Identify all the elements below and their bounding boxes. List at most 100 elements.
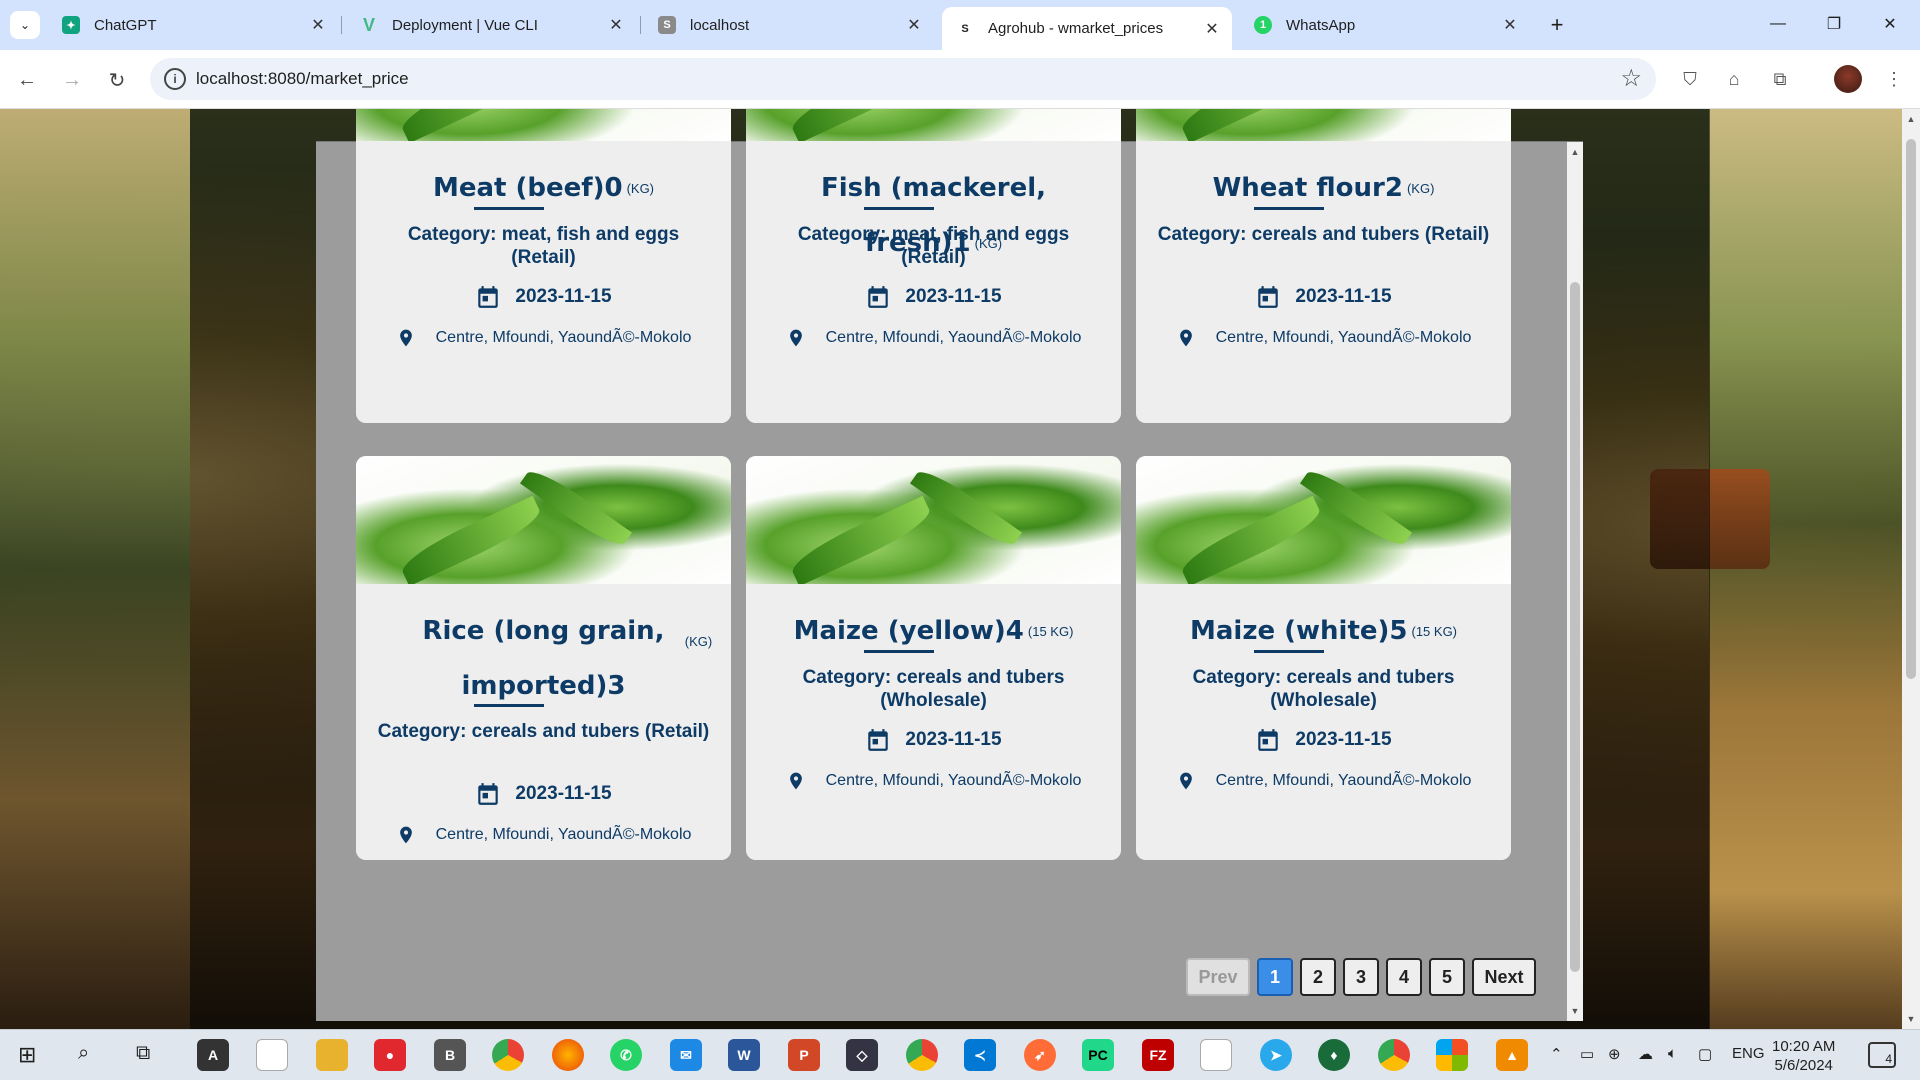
- vlc-icon[interactable]: ▲: [1496, 1039, 1528, 1071]
- postman-icon[interactable]: ➶: [1024, 1039, 1056, 1071]
- clock[interactable]: 10:20 AM 5/6/2024: [1772, 1037, 1835, 1075]
- volume-icon[interactable]: 🔈︎: [1668, 1045, 1677, 1062]
- vscode-icon[interactable]: ≺: [964, 1039, 996, 1071]
- location-pin-icon: [1179, 329, 1192, 347]
- next-page-button[interactable]: Next: [1472, 958, 1536, 996]
- price-card[interactable]: Fish (mackerel, fresh)1 (KG) Category: me…: [746, 109, 1121, 423]
- maize-image: [746, 109, 1121, 144]
- extension-icon[interactable]: ⌂: [1720, 65, 1748, 93]
- show-hidden-icons-icon[interactable]: ⌃: [1550, 1045, 1563, 1063]
- cloud-icon[interactable]: ☁: [1638, 1045, 1653, 1063]
- title-underline: [473, 704, 544, 707]
- app-icon[interactable]: B: [434, 1039, 466, 1071]
- scroll-down-arrow[interactable]: ▼: [1902, 1011, 1920, 1027]
- tab-chatgpt[interactable]: ✦ ChatGPT ✕: [48, 7, 338, 43]
- file-icon[interactable]: [1200, 1039, 1232, 1071]
- mongodb-icon[interactable]: ♦: [1318, 1039, 1350, 1071]
- scroll-down-arrow[interactable]: ▼: [1567, 1003, 1583, 1019]
- scroll-up-arrow[interactable]: ▲: [1567, 144, 1583, 160]
- page-button-1[interactable]: 1: [1257, 958, 1293, 996]
- product-location: Centre, Mfoundi, YaoundÃ©-Mokolo: [746, 768, 1121, 794]
- minimize-button[interactable]: —: [1750, 8, 1806, 40]
- price-card[interactable]: Maize (white)5 (15 KG) Category: cereals …: [1136, 456, 1511, 860]
- app-icon[interactable]: A: [197, 1039, 229, 1071]
- price-card[interactable]: Wheat flour2 (KG) Category: cereals and t…: [1136, 109, 1511, 423]
- close-icon[interactable]: ✕: [306, 13, 330, 37]
- restore-button[interactable]: ❐: [1806, 8, 1862, 40]
- chrome-icon[interactable]: [1378, 1039, 1410, 1071]
- network-icon[interactable]: ⊕: [1608, 1045, 1621, 1063]
- page-scrollbar[interactable]: ▲ ▼: [1902, 109, 1920, 1029]
- location-pin-icon: [1179, 772, 1192, 790]
- page-button-2[interactable]: 2: [1300, 958, 1336, 996]
- scrollbar-thumb[interactable]: [1570, 282, 1580, 972]
- price-card[interactable]: Meat (beef)0 (KG) Category: meat, fish an…: [356, 109, 731, 423]
- menu-kebab-icon[interactable]: ⋮: [1880, 65, 1908, 93]
- page-button-3[interactable]: 3: [1343, 958, 1379, 996]
- tab-strip: ⌄ ✦ ChatGPT ✕ V Deployment | Vue CLI ✕ S…: [0, 0, 1920, 50]
- firefox-icon[interactable]: [552, 1039, 584, 1071]
- page-button-5[interactable]: 5: [1429, 958, 1465, 996]
- close-icon[interactable]: ✕: [902, 13, 926, 37]
- profile-avatar[interactable]: [1834, 65, 1862, 93]
- filezilla-icon[interactable]: FZ: [1142, 1039, 1174, 1071]
- search-icon[interactable]: ⌕: [78, 1042, 89, 1065]
- forward-button[interactable]: →: [55, 63, 89, 97]
- prev-page-button[interactable]: Prev: [1186, 958, 1250, 996]
- page-button-4[interactable]: 4: [1386, 958, 1422, 996]
- file-explorer-icon[interactable]: [316, 1039, 348, 1071]
- product-date: 2023-11-15: [746, 283, 1121, 311]
- tab-vue-cli[interactable]: V Deployment | Vue CLI ✕: [346, 7, 636, 43]
- chrome-icon[interactable]: [492, 1039, 524, 1071]
- back-button[interactable]: ←: [10, 63, 44, 97]
- product-title: Maize (yellow)4 (15 KG): [756, 604, 1111, 659]
- close-window-button[interactable]: ✕: [1862, 8, 1918, 40]
- close-icon[interactable]: ✕: [1200, 17, 1224, 41]
- word-icon[interactable]: W: [728, 1039, 760, 1071]
- scrollbar-thumb[interactable]: [1906, 139, 1916, 679]
- app-icon[interactable]: ◇: [846, 1039, 878, 1071]
- task-view-icon[interactable]: ⧉: [136, 1042, 150, 1065]
- date-text: 2023-11-15: [905, 286, 1002, 308]
- reload-button[interactable]: ↻: [100, 63, 134, 97]
- telegram-icon[interactable]: ➤: [1260, 1039, 1292, 1071]
- new-tab-button[interactable]: +: [1543, 11, 1571, 39]
- notifications-button[interactable]: 4: [1868, 1042, 1896, 1068]
- whatsapp-icon[interactable]: ✆: [610, 1039, 642, 1071]
- windows-start-icon[interactable]: ⊞: [18, 1042, 36, 1068]
- tab-search-button[interactable]: ⌄: [10, 11, 40, 39]
- site-info-icon[interactable]: i: [164, 68, 186, 90]
- pycharm-icon[interactable]: PC: [1082, 1039, 1114, 1071]
- close-icon[interactable]: ✕: [604, 13, 628, 37]
- product-category: Category: cereals and tubers (Wholesale): [1192, 667, 1455, 711]
- background-landscape-right: [1709, 109, 1902, 1029]
- product-date: 2023-11-15: [1136, 283, 1511, 311]
- site-icon: S: [961, 22, 969, 35]
- battery-icon[interactable]: ▭: [1580, 1045, 1594, 1063]
- screen-recorder-icon[interactable]: ●: [374, 1039, 406, 1071]
- price-card[interactable]: Maize (yellow)4 (15 KG) Category: cereals…: [746, 456, 1121, 860]
- app-icon[interactable]: [1436, 1039, 1468, 1071]
- shield-extension-icon[interactable]: ⛉: [1676, 65, 1704, 93]
- chrome-icon[interactable]: [906, 1039, 938, 1071]
- scroll-up-arrow[interactable]: ▲: [1902, 111, 1920, 127]
- product-category: Category: cereals and tubers (Wholesale): [802, 667, 1065, 711]
- address-bar[interactable]: i localhost:8080/market_price ☆: [150, 58, 1656, 100]
- background-landscape-left: [0, 109, 190, 1029]
- close-icon[interactable]: ✕: [1498, 13, 1522, 37]
- puzzle-extensions-icon[interactable]: ⧉: [1766, 65, 1794, 93]
- product-date: 2023-11-15: [356, 780, 731, 808]
- tab-whatsapp[interactable]: 1 WhatsApp ✕: [1240, 7, 1530, 43]
- price-card[interactable]: Rice (long grain, imported)3 (KG) Catego…: [356, 456, 731, 860]
- language-indicator[interactable]: ENG: [1732, 1045, 1765, 1062]
- powerpoint-icon[interactable]: P: [788, 1039, 820, 1071]
- tab-agrohub[interactable]: S Agrohub - wmarket_prices ✕: [942, 7, 1232, 50]
- display-icon[interactable]: ▢: [1698, 1045, 1712, 1063]
- bookmark-star-icon[interactable]: ☆: [1620, 64, 1642, 93]
- file-icon[interactable]: [256, 1039, 288, 1071]
- tab-localhost[interactable]: S localhost ✕: [644, 7, 934, 43]
- mail-icon[interactable]: ✉: [670, 1039, 702, 1071]
- url-text: localhost:8080/market_price: [196, 69, 409, 88]
- tab-title: ChatGPT: [94, 16, 157, 34]
- panel-scrollbar[interactable]: ▲ ▼: [1567, 142, 1583, 1021]
